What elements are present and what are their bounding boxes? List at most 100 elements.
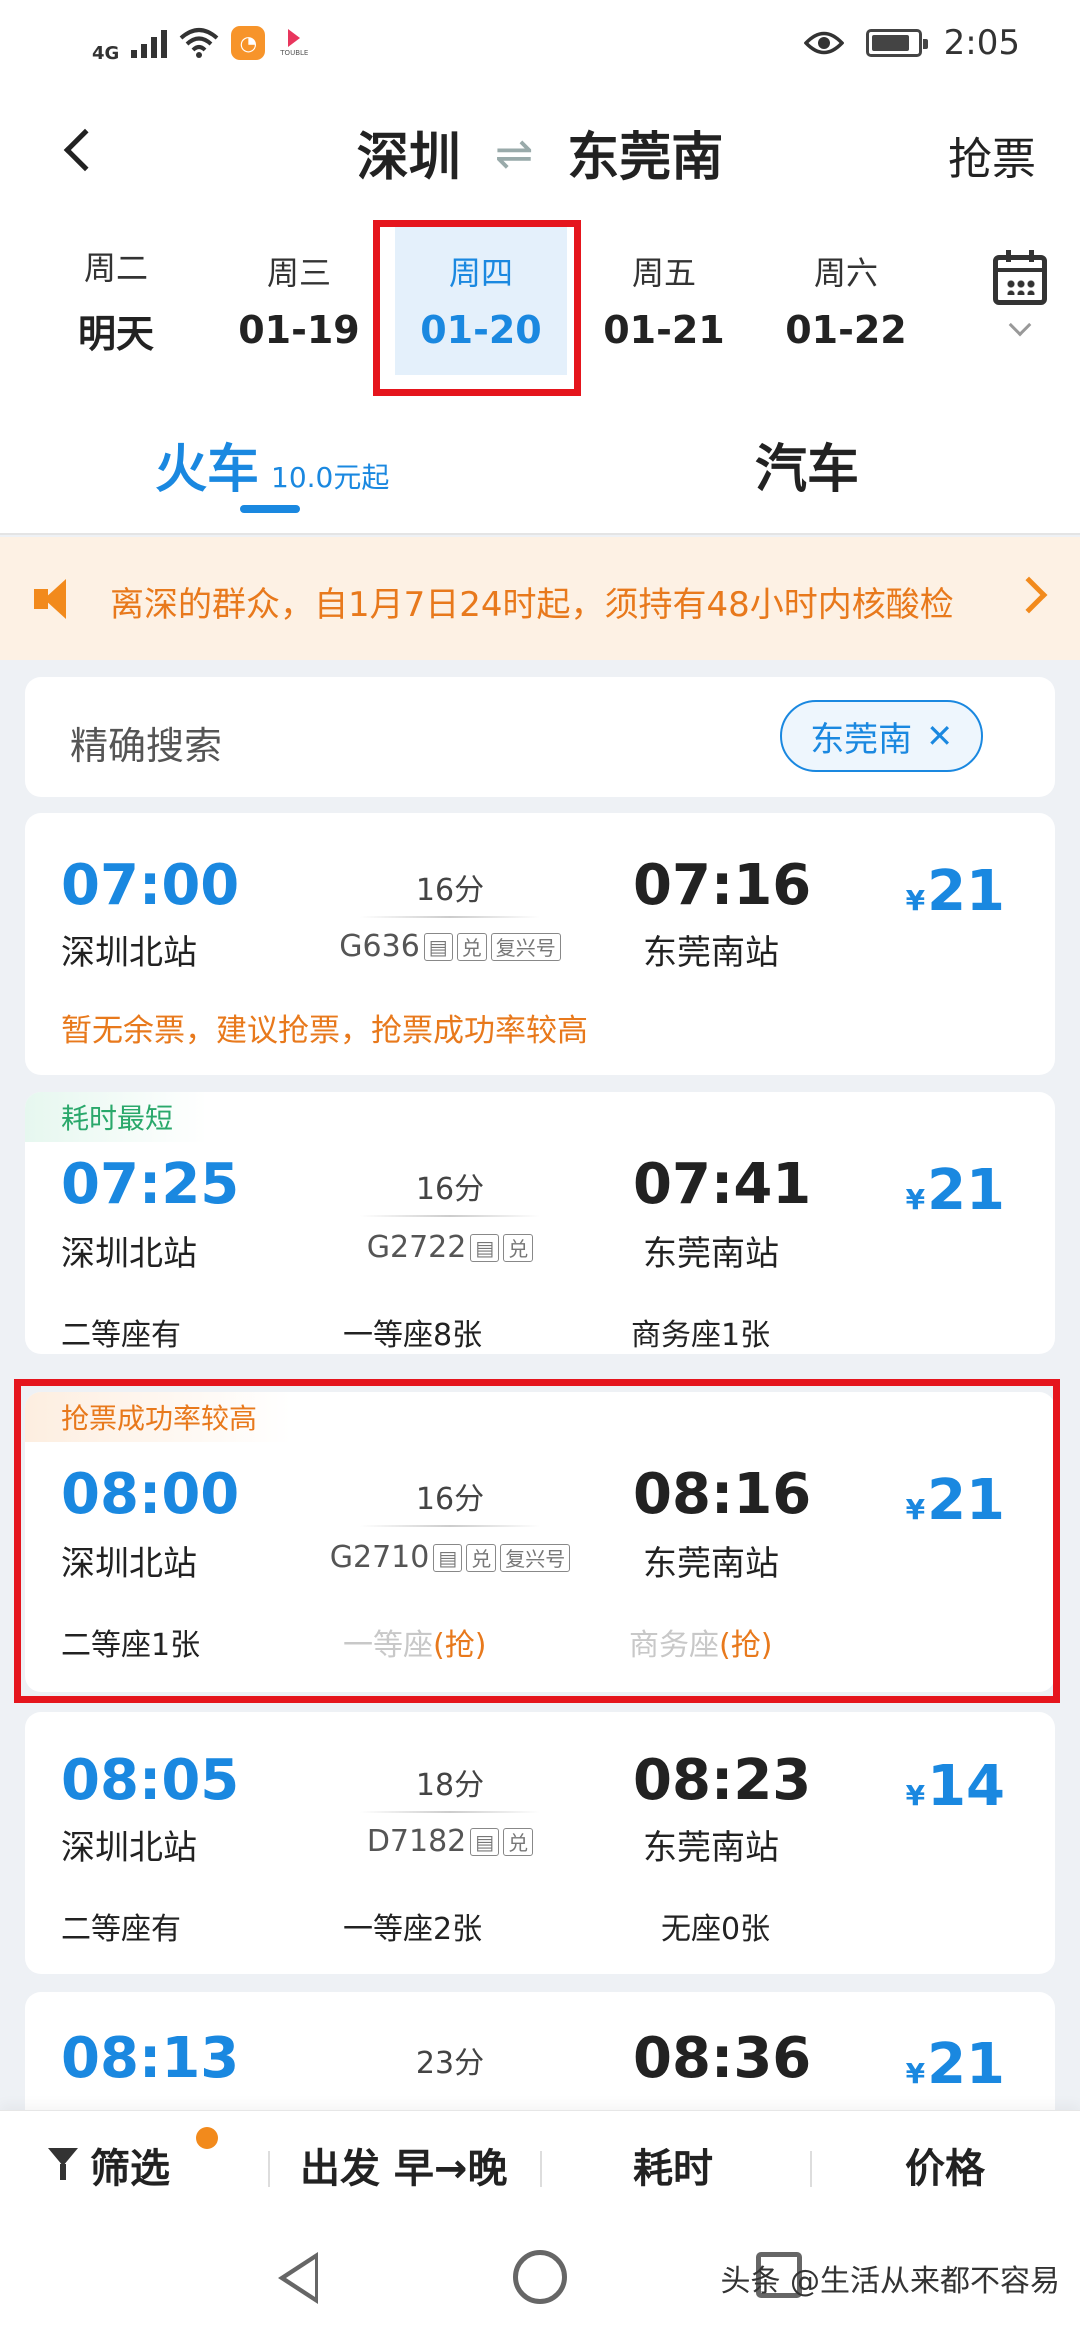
- route-title: 深圳 ⇌ 东莞南: [0, 115, 1080, 190]
- sort-departure-button[interactable]: 出发 早→晚: [300, 2136, 507, 2194]
- precise-search-label: 精确搜索: [70, 724, 223, 768]
- swap-icon[interactable]: ⇌: [495, 126, 534, 180]
- origin-city[interactable]: 深圳: [357, 115, 461, 190]
- fuxing-badge: 复兴号: [490, 932, 561, 961]
- duration-divider: [360, 1811, 540, 1813]
- first-class-seat: 一等座8张: [343, 1318, 483, 1353]
- status-right: 2:05: [803, 23, 1020, 63]
- trip-duration: 16分: [415, 1172, 485, 1207]
- highlighted-train-frame: [14, 1379, 1060, 1703]
- train-number: G636: [339, 929, 420, 964]
- currency-symbol: ¥: [905, 884, 926, 917]
- date-tab[interactable]: 周六 01-22: [760, 225, 932, 375]
- close-icon[interactable]: ✕: [926, 717, 953, 755]
- departure-time: 08:05: [61, 1748, 240, 1813]
- notice-banner[interactable]: 离深的群众，自1月7日24时起，须持有48小时内核酸检: [0, 537, 1080, 660]
- arrival-station: 东莞南站: [643, 933, 779, 973]
- ticket-price: ¥ 21: [906, 2032, 1005, 2097]
- destination-city[interactable]: 东莞南: [567, 115, 723, 190]
- notice-text: 离深的群众，自1月7日24时起，须持有48小时内核酸检: [110, 585, 954, 625]
- departure-station: 深圳北站: [61, 1234, 197, 1274]
- active-tab-indicator: [240, 505, 300, 513]
- departure-time: 08:13: [61, 2026, 240, 2091]
- filter-label: 筛选: [90, 2146, 170, 2192]
- divider: [810, 2151, 812, 2187]
- chevron-down-icon: [1008, 313, 1032, 337]
- filter-button[interactable]: 筛选: [48, 2136, 170, 2194]
- divider: [540, 2151, 542, 2187]
- header: 深圳 ⇌ 东莞南 抢票: [0, 85, 1080, 215]
- network-type-label: 4G: [92, 42, 120, 64]
- filter-active-dot: [196, 2127, 218, 2149]
- arrival-time: 07:41: [633, 1152, 812, 1217]
- status-left: 4G ◔ TOUBLE: [92, 23, 311, 63]
- arrival-station: 东莞南站: [643, 1234, 779, 1274]
- date-weekday: 周二: [83, 248, 148, 287]
- selected-date-highlight: [373, 220, 581, 396]
- app-notification-icon: ◔: [231, 25, 266, 60]
- watermark: 头条 @生活从来都不容易: [720, 2264, 1060, 2299]
- price-amount: 21: [927, 1158, 1005, 1223]
- duration-divider: [360, 916, 540, 918]
- duration-divider: [360, 1215, 540, 1217]
- train-card[interactable]: 08:05 18分 08:23 ¥ 14 深圳北站 D7182 ▤ 兑 东莞南站…: [25, 1712, 1055, 1974]
- date-tab[interactable]: 周三 01-19: [213, 225, 385, 375]
- date-weekday: 周五: [631, 254, 696, 292]
- date-tab[interactable]: 周二 明天: [30, 225, 202, 375]
- train-number-row: D7182 ▤ 兑: [195, 1824, 705, 1859]
- ticket-price: ¥ 21: [906, 859, 1005, 924]
- train-number-row: G636 ▤ 兑 复兴号: [195, 929, 705, 964]
- date-weekday: 周六: [813, 254, 878, 292]
- date-value: 01-21: [603, 308, 725, 352]
- price-amount: 21: [927, 2032, 1005, 2097]
- video-app-icon: TOUBLE: [277, 26, 311, 60]
- date-value: 01-19: [238, 308, 360, 352]
- train-number-row: G2722 ▤ 兑: [195, 1230, 705, 1265]
- nav-back-icon[interactable]: [278, 2252, 318, 2304]
- eye-care-icon: [803, 31, 844, 54]
- sort-price-button[interactable]: 价格: [905, 2136, 985, 2194]
- train-card[interactable]: 耗时最短 07:25 16分 07:41 ¥ 21 深圳北站 G2722 ▤ 兑…: [25, 1092, 1055, 1354]
- departure-time: 07:25: [61, 1152, 240, 1217]
- wifi-icon: [179, 27, 219, 58]
- currency-symbol: ¥: [905, 1183, 926, 1216]
- date-weekday: 周三: [266, 254, 331, 292]
- tab-bus[interactable]: 汽车: [755, 427, 859, 502]
- arrival-time: 08:36: [633, 2026, 812, 2091]
- transport-mode-tabs: 火车 10.0元起 汽车: [0, 405, 1080, 535]
- tab-train[interactable]: 火车 10.0元起: [155, 427, 389, 502]
- grab-ticket-button[interactable]: 抢票: [948, 123, 1036, 187]
- departure-time: 07:00: [61, 853, 240, 918]
- funnel-icon: [48, 2148, 78, 2182]
- date-tab[interactable]: 周五 01-21: [578, 225, 750, 375]
- redeem-badge: 兑: [456, 932, 487, 961]
- departure-station: 深圳北站: [61, 1828, 197, 1868]
- train-number: D7182: [366, 1824, 467, 1859]
- divider: [268, 2151, 270, 2187]
- no-ticket-warning: 暂无余票，建议抢票，抢票成功率较高: [61, 1013, 588, 1049]
- departure-station: 深圳北站: [61, 933, 197, 973]
- arrival-time: 08:23: [633, 1748, 812, 1813]
- train-number: G2722: [366, 1230, 467, 1265]
- ticket-price: ¥ 21: [906, 1158, 1005, 1223]
- train-card[interactable]: 08:13 23分 08:36 ¥ 21: [25, 1992, 1055, 2110]
- status-bar: 4G ◔ TOUBLE 2:05: [0, 0, 1080, 85]
- no-seat: 无座0张: [661, 1912, 771, 1947]
- second-class-seat: 二等座有: [61, 1912, 181, 1947]
- trip-duration: 23分: [415, 2046, 485, 2081]
- chevron-right-icon[interactable]: [1010, 576, 1048, 614]
- business-class-seat: 商务座1张: [631, 1318, 771, 1353]
- id-card-icon: ▤: [470, 1233, 500, 1262]
- trip-duration: 18分: [415, 1768, 485, 1803]
- speaker-icon: [34, 577, 82, 621]
- station-filter-chip[interactable]: 东莞南 ✕: [780, 700, 983, 772]
- price-amount: 14: [927, 1754, 1005, 1819]
- station-filter-label: 东莞南: [810, 719, 913, 760]
- date-selector: 周二 明天 周三 01-19 周四 01-20 周五 01-21 周六 01-2…: [0, 215, 1080, 405]
- train-card[interactable]: 07:00 16分 07:16 ¥ 21 深圳北站 G636 ▤ 兑 复兴号 东…: [25, 813, 1055, 1075]
- sort-duration-button[interactable]: 耗时: [633, 2136, 713, 2194]
- signal-icon: [131, 28, 168, 58]
- nav-home-icon[interactable]: [513, 2250, 567, 2304]
- arrival-time: 07:16: [633, 853, 812, 918]
- calendar-button[interactable]: [990, 250, 1050, 345]
